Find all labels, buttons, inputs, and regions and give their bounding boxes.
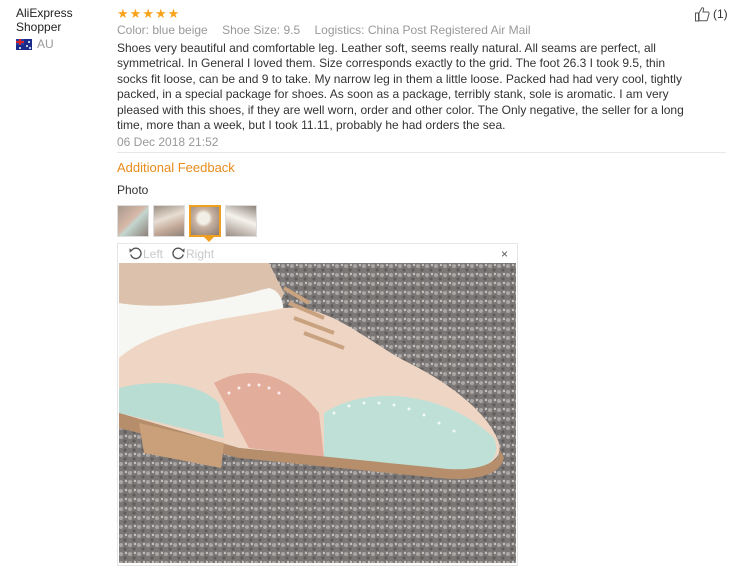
photo-thumbnails: [117, 205, 257, 237]
rotate-left-icon: [129, 247, 142, 260]
review-photo: [119, 263, 516, 563]
star-icon: ★: [167, 5, 180, 21]
photo-thumbnail[interactable]: [117, 205, 149, 237]
photo-thumbnail-selected[interactable]: [189, 205, 221, 237]
product-attributes: Color: blue beige Shoe Size: 9.5 Logisti…: [117, 23, 687, 37]
photo-thumbnail[interactable]: [225, 205, 257, 237]
star-icon: ★: [129, 5, 142, 21]
reviewer-country: AU: [16, 37, 106, 51]
rotate-left-button[interactable]: Left: [128, 246, 163, 261]
photo-viewer: Left Right ×: [117, 243, 518, 566]
star-icon: ★: [142, 5, 154, 21]
rotate-left-label: Left: [143, 246, 164, 261]
star-icon: ★: [154, 5, 167, 21]
close-viewer-button[interactable]: ×: [501, 248, 508, 260]
additional-feedback-title: Additional Feedback: [117, 160, 235, 175]
like-button[interactable]: (1): [694, 6, 728, 22]
divider: [117, 152, 726, 153]
shoe-photo-illustration: [119, 263, 516, 563]
like-count: (1): [713, 7, 728, 21]
rotate-right-icon: [172, 247, 185, 260]
rotate-right-label: Right: [186, 246, 215, 261]
review-date: 06 Dec 2018 21:52: [117, 135, 219, 150]
review-text: Shoes very beautiful and comfortable leg…: [117, 41, 684, 133]
selected-thumbnail-pointer: [203, 236, 215, 242]
reviewer-name: AliExpress Shopper: [16, 6, 73, 34]
australia-flag-icon: [16, 38, 32, 50]
attribute-color: Color: blue beige: [117, 23, 208, 37]
country-code: AU: [37, 37, 54, 51]
star-icon: ★: [117, 5, 129, 21]
photo-label: Photo: [117, 183, 149, 197]
reviewer-info: AliExpress Shopper AU: [16, 6, 106, 51]
viewer-toolbar: Left Right ×: [118, 244, 517, 263]
attribute-shoe-size: Shoe Size: 9.5: [222, 23, 301, 37]
review-content: ★ ★ ★ ★ ★ Color: blue beige Shoe Size: 9…: [117, 6, 687, 150]
star-rating: ★ ★ ★ ★ ★: [117, 6, 687, 20]
attribute-logistics: Logistics: China Post Registered Air Mai…: [314, 23, 531, 37]
thumbs-up-icon: [695, 7, 710, 22]
photo-thumbnail[interactable]: [153, 205, 185, 237]
rotate-right-button[interactable]: Right: [171, 246, 214, 261]
